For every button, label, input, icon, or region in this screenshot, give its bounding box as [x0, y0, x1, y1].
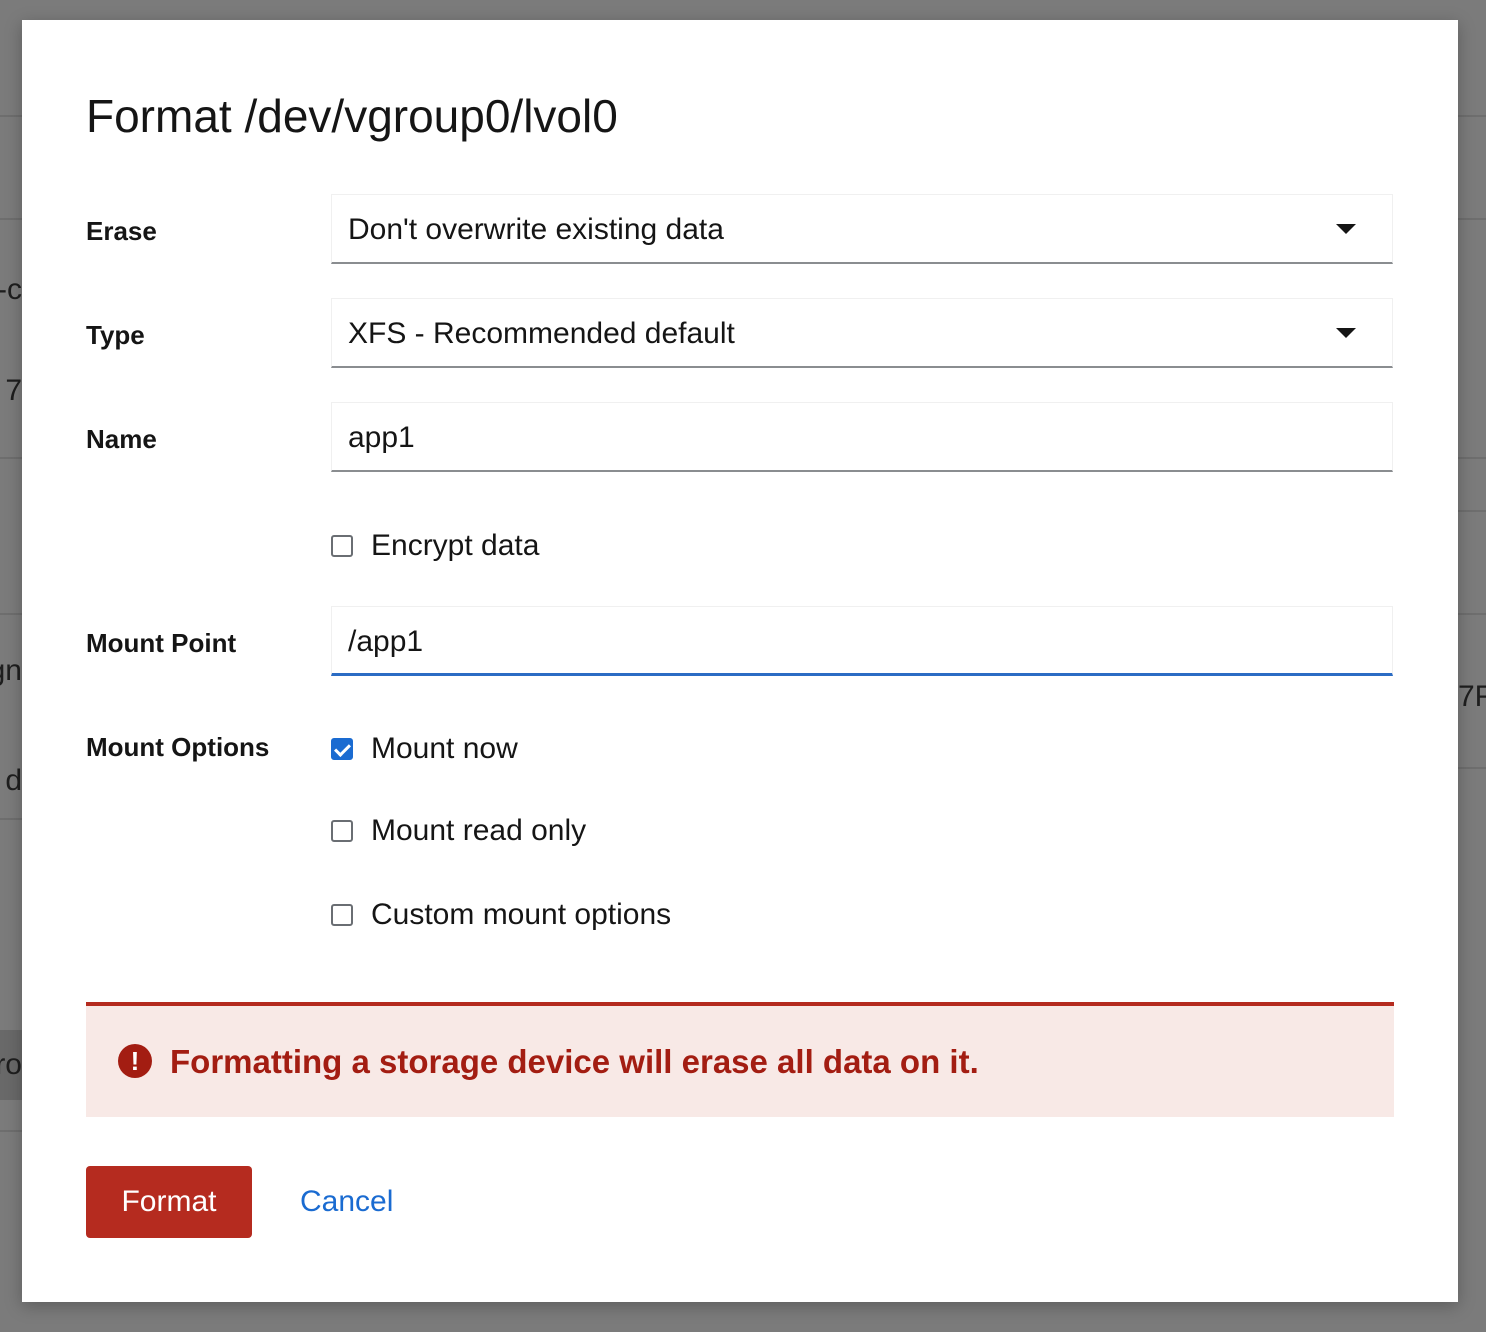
background-divider: [1458, 457, 1486, 459]
mount-point-label: Mount Point: [86, 628, 237, 658]
background-text: s-c: [0, 275, 22, 305]
format-button[interactable]: Format: [86, 1166, 252, 1238]
background-divider: [0, 115, 22, 117]
background-divider: [1458, 115, 1486, 117]
caret-down-icon: [1336, 224, 1356, 234]
format-dialog: Format /dev/vgroup0/lvol0 Erase Don't ov…: [22, 20, 1458, 1302]
background-text: 7F: [1458, 682, 1486, 712]
background-divider: [0, 613, 22, 615]
alert-message: Formatting a storage device will erase a…: [170, 1043, 979, 1080]
name-label: Name: [86, 424, 157, 454]
mount-read-only-label: Mount read only: [371, 814, 587, 847]
danger-alert: ! Formatting a storage device will erase…: [86, 1002, 1394, 1117]
mount-options-label: Mount Options: [86, 732, 270, 762]
mount-read-only-option[interactable]: Mount read only: [331, 811, 586, 851]
custom-mount-options-checkbox[interactable]: [331, 904, 353, 926]
erase-label: Erase: [86, 216, 157, 246]
encrypt-data-checkbox[interactable]: [331, 535, 353, 557]
custom-mount-options-option[interactable]: Custom mount options: [331, 895, 671, 935]
background-divider: [0, 218, 22, 220]
name-input[interactable]: app1: [331, 402, 1393, 472]
custom-mount-options-label: Custom mount options: [371, 898, 672, 931]
caret-down-icon: [1336, 328, 1356, 338]
mount-now-checkbox[interactable]: [331, 738, 353, 760]
background-divider: [0, 818, 22, 820]
background-divider: [1458, 613, 1486, 615]
mount-now-label: Mount now: [371, 732, 518, 765]
encrypt-data-label: Encrypt data: [371, 529, 540, 562]
background-divider: [1458, 767, 1486, 769]
background-text: gn: [0, 656, 22, 686]
type-select[interactable]: XFS - Recommended default: [331, 298, 1393, 368]
cancel-button[interactable]: Cancel: [284, 1166, 409, 1238]
erase-select-value: Don't overwrite existing data: [348, 213, 724, 246]
mount-now-option[interactable]: Mount now: [331, 729, 518, 769]
background-divider: [0, 457, 22, 459]
erase-select[interactable]: Don't overwrite existing data: [331, 194, 1393, 264]
mount-read-only-checkbox[interactable]: [331, 820, 353, 842]
type-select-value: XFS - Recommended default: [348, 317, 735, 350]
background-divider: [1458, 218, 1486, 220]
background-text: ro: [0, 1050, 22, 1080]
background-text: 7 (: [0, 376, 22, 406]
background-text: d: [5, 766, 22, 796]
background-divider: [1458, 510, 1486, 512]
encrypt-data-option[interactable]: Encrypt data: [331, 526, 539, 566]
background-divider: [0, 1130, 22, 1132]
mount-point-input[interactable]: /app1: [331, 606, 1393, 676]
dialog-title: Format /dev/vgroup0/lvol0: [86, 90, 618, 142]
mount-point-input-value: /app1: [348, 625, 424, 658]
exclamation-circle-icon: !: [118, 1044, 152, 1078]
name-input-value: app1: [348, 421, 415, 454]
type-label: Type: [86, 320, 145, 350]
